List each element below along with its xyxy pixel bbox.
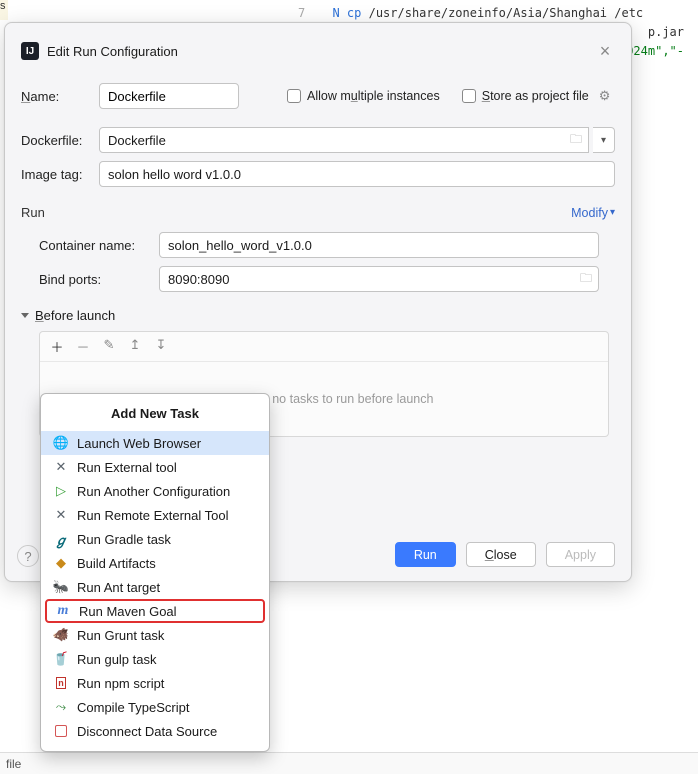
line-number: 7	[298, 6, 305, 20]
move-up-button[interactable]: ↥	[128, 337, 142, 356]
menu-item-grunt[interactable]: 🐗 Run Grunt task	[41, 623, 269, 647]
menu-item-another-config[interactable]: ▷ Run Another Configuration	[41, 479, 269, 503]
menu-item-disconnect[interactable]: Disconnect Data Source	[41, 719, 269, 743]
menu-item-label: Disconnect Data Source	[77, 724, 217, 739]
code-trail: 024m","-	[626, 44, 684, 58]
menu-item-typescript[interactable]: ⤳ Compile TypeScript	[41, 695, 269, 719]
ant-icon: 🐜	[53, 579, 69, 595]
code-text: /usr/share/zoneinfo/Asia/Shanghai /etc	[369, 6, 644, 20]
menu-item-npm[interactable]: n Run npm script	[41, 671, 269, 695]
menu-item-ant[interactable]: 🐜 Run Ant target	[41, 575, 269, 599]
add-task-button[interactable]: ＋	[50, 337, 64, 356]
play-icon: ▷	[53, 483, 69, 499]
store-as-project-label: Store as project file	[482, 89, 589, 103]
menu-item-gradle[interactable]: ℊ Run Gradle task	[41, 527, 269, 551]
dockerfile-dropdown[interactable]: ▾	[593, 127, 615, 153]
code-trail: p.jar	[648, 25, 684, 39]
gear-icon[interactable]: ⚙	[599, 88, 611, 104]
name-label: Name:	[21, 89, 91, 104]
container-name-label: Container name:	[39, 238, 151, 253]
move-down-button[interactable]: ↧	[154, 337, 168, 356]
bind-ports-label: Bind ports:	[39, 272, 151, 287]
folder-icon[interactable]: 🗀	[580, 269, 592, 290]
menu-item-label: Compile TypeScript	[77, 700, 189, 715]
tools-icon: ✕	[53, 459, 69, 475]
apply-button[interactable]: Apply	[546, 542, 615, 567]
build-icon: ◆	[53, 555, 69, 571]
menu-item-label: Run gulp task	[77, 652, 157, 667]
before-launch-toggle[interactable]: Before launch	[21, 308, 615, 323]
imagetag-input[interactable]: solon hello word v1.0.0	[108, 167, 608, 182]
chevron-down-icon	[21, 313, 29, 318]
typescript-icon: ⤳	[53, 699, 69, 715]
bind-ports-input[interactable]: 8090:8090	[168, 272, 580, 287]
menu-item-label: Run Another Configuration	[77, 484, 230, 499]
modify-link[interactable]: Modify▾	[571, 206, 615, 220]
chevron-down-icon: ▾	[610, 207, 615, 218]
menu-item-label: Run Gradle task	[77, 532, 171, 547]
add-task-popup: Add New Task 🌐 Launch Web Browser ✕ Run …	[40, 393, 270, 752]
menu-item-label: Launch Web Browser	[77, 436, 201, 451]
code-keyword: N cp	[332, 6, 361, 20]
menu-item-remote-tool[interactable]: ✕ Run Remote External Tool	[41, 503, 269, 527]
menu-item-label: Run Grunt task	[77, 628, 164, 643]
globe-icon: 🌐	[53, 435, 69, 451]
name-input[interactable]	[99, 83, 239, 109]
menu-item-label: Run Maven Goal	[79, 604, 177, 619]
dockerfile-label: Dockerfile:	[21, 133, 91, 148]
run-section-label: Run	[21, 205, 571, 220]
tools-icon: ✕	[53, 507, 69, 523]
imagetag-label: Image tag:	[21, 167, 91, 182]
menu-item-label: Run Remote External Tool	[77, 508, 229, 523]
menu-item-label: Build Artifacts	[77, 556, 156, 571]
gulp-icon: 🥤	[53, 651, 69, 667]
dialog-title: Edit Run Configuration	[47, 44, 178, 59]
container-name-input[interactable]: solon_hello_word_v1.0.0	[168, 238, 592, 253]
menu-item-label: Run Ant target	[77, 580, 160, 595]
help-button[interactable]: ?	[17, 545, 39, 567]
maven-icon: m	[55, 603, 71, 619]
run-button[interactable]: Run	[395, 542, 456, 567]
bottom-status-tab[interactable]: file	[0, 752, 698, 774]
menu-item-external-tool[interactable]: ✕ Run External tool	[41, 455, 269, 479]
menu-item-maven[interactable]: m Run Maven Goal	[45, 599, 265, 623]
menu-item-label: Run npm script	[77, 676, 164, 691]
disconnect-icon	[53, 723, 69, 739]
popup-title: Add New Task	[41, 400, 269, 431]
allow-multiple-checkbox[interactable]	[287, 89, 301, 103]
close-icon[interactable]: ×	[595, 41, 615, 62]
menu-item-launch-browser[interactable]: 🌐 Launch Web Browser	[41, 431, 269, 455]
menu-item-gulp[interactable]: 🥤 Run gulp task	[41, 647, 269, 671]
gradle-icon: ℊ	[53, 531, 69, 547]
allow-multiple-label: Allow multiple instances	[307, 89, 440, 103]
menu-item-build-artifacts[interactable]: ◆ Build Artifacts	[41, 551, 269, 575]
folder-icon[interactable]: 🗀	[570, 130, 582, 151]
npm-icon: n	[53, 675, 69, 691]
edit-task-button[interactable]: ✎	[102, 337, 116, 356]
store-as-project-checkbox[interactable]	[462, 89, 476, 103]
remove-task-button[interactable]: －	[76, 337, 90, 356]
menu-item-label: Run External tool	[77, 460, 177, 475]
grunt-icon: 🐗	[53, 627, 69, 643]
dockerfile-input[interactable]: Dockerfile	[108, 133, 570, 148]
before-launch-label: Before launch	[35, 308, 115, 323]
app-icon: IJ	[21, 42, 39, 60]
close-button[interactable]: Close	[466, 542, 536, 567]
